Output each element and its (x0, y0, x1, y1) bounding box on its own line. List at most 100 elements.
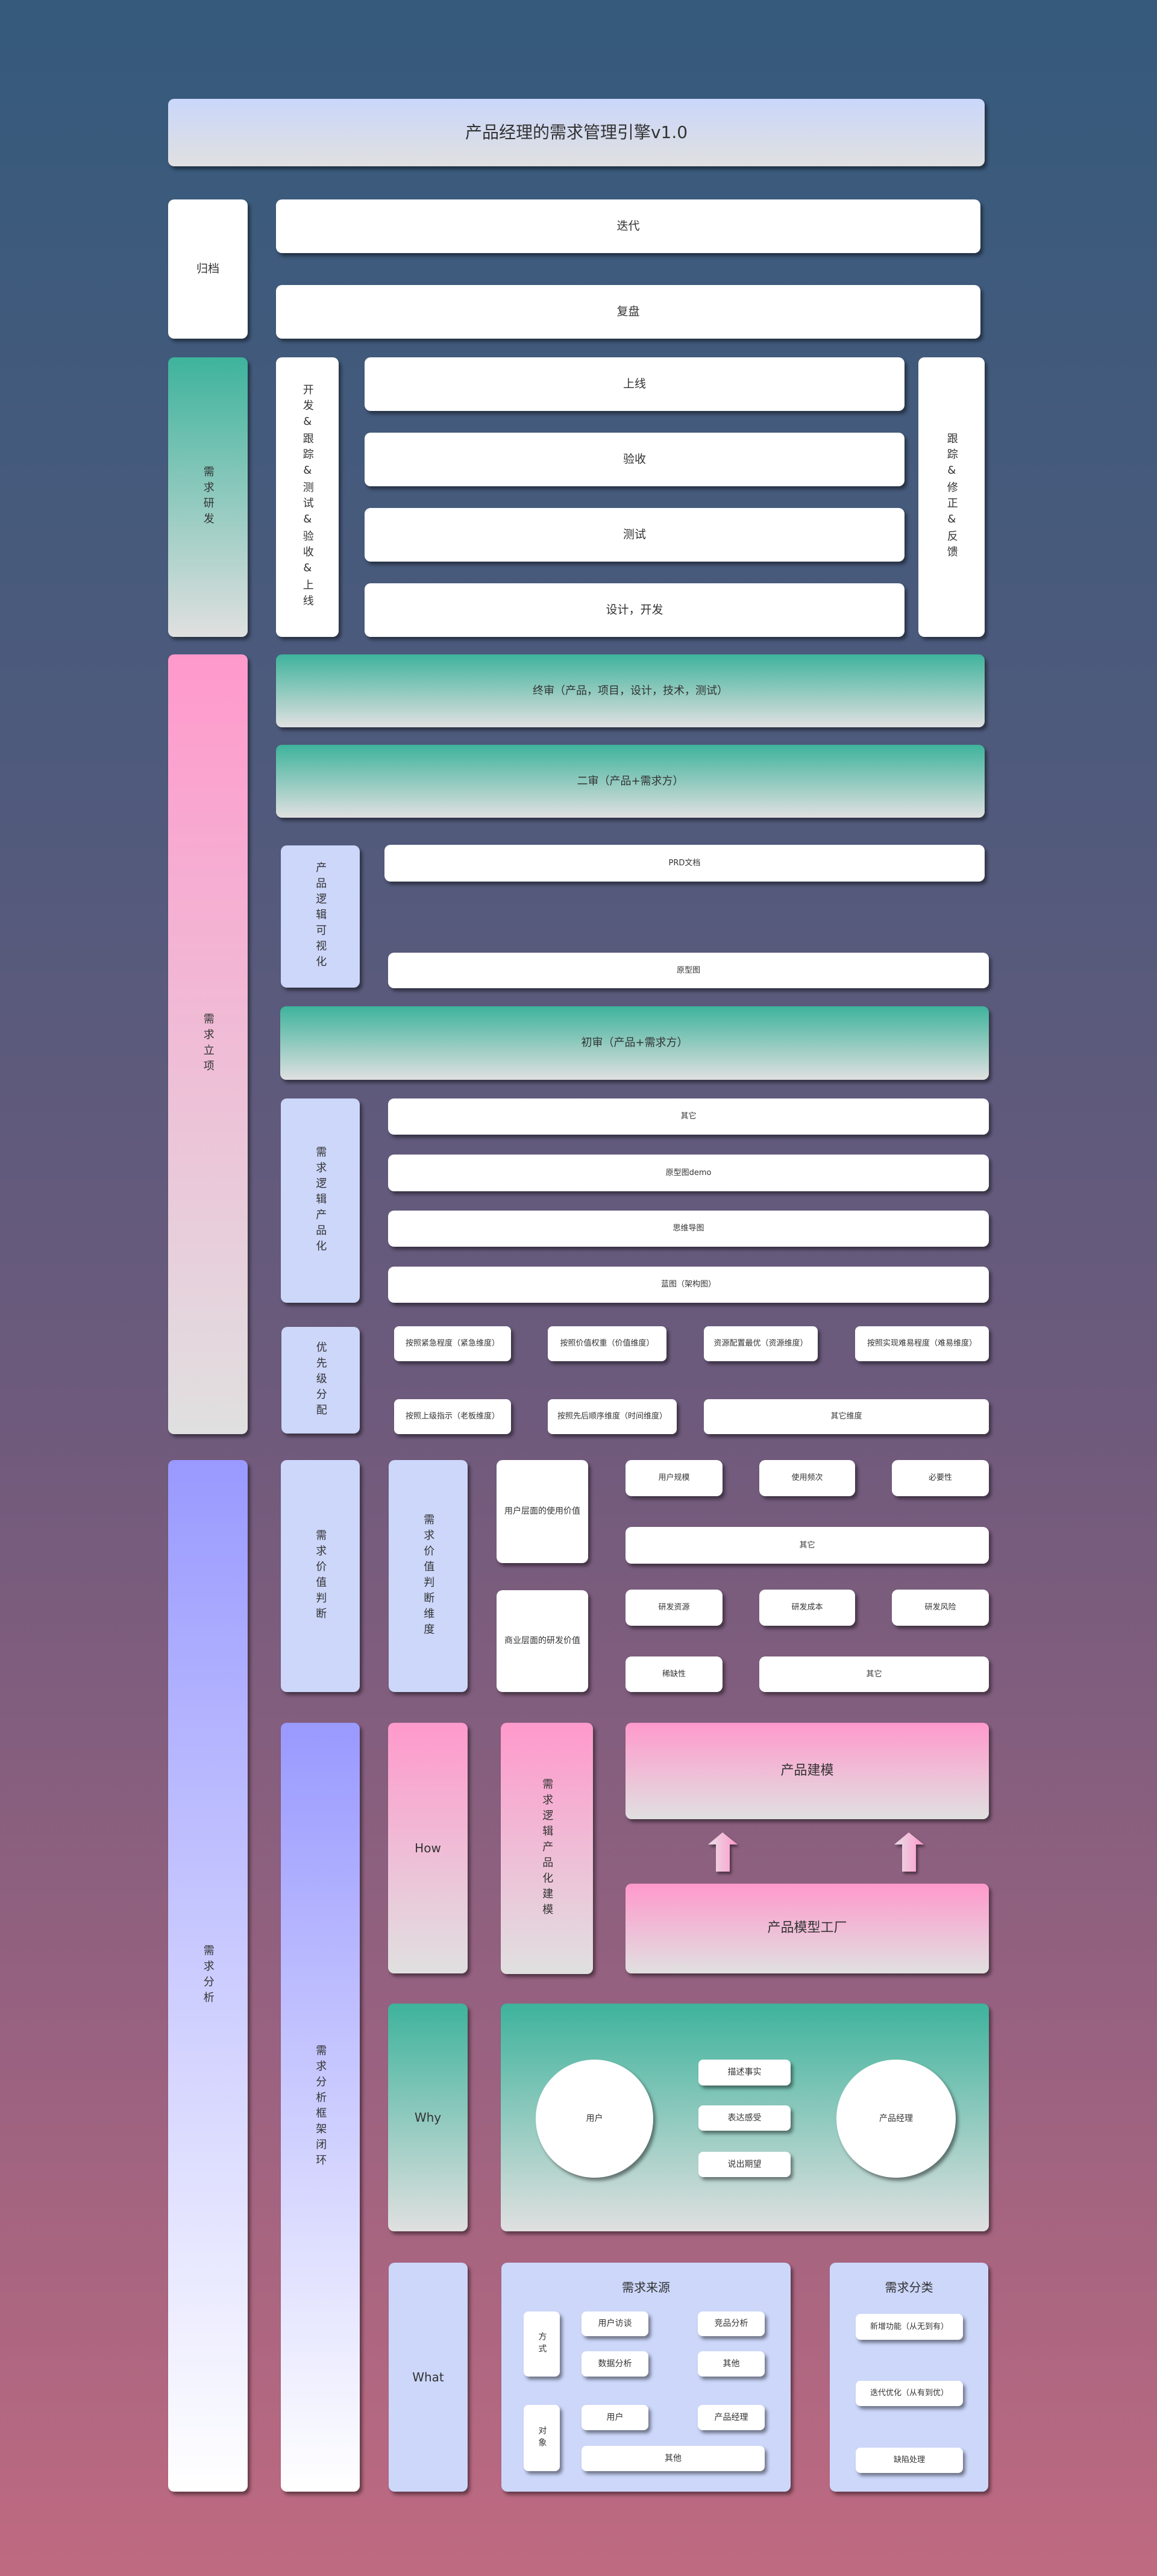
business-value: 商业层面的研发价值 (497, 1590, 588, 1692)
rnd-step-launch: 上线 (365, 357, 905, 411)
priority-item-difficulty: 按照实现难易程度（难易维度） (855, 1326, 989, 1361)
stage-initiation: 需求立项 (168, 654, 248, 1434)
diagram-title: 产品经理的需求管理引擎v1.0 (168, 99, 985, 166)
rnd-step-testing: 测试 (365, 508, 905, 562)
source-object-user: 用户 (582, 2405, 648, 2430)
how-label: How (415, 1841, 441, 1855)
value-judgment-group: 需求价值判断 (281, 1460, 360, 1692)
stage-archive: 归档 (168, 199, 248, 339)
category-defect: 缺陷处理 (856, 2448, 963, 2473)
category-label: 缺陷处理 (893, 2455, 925, 2465)
framework-label: 需求分析框架闭环 (314, 2045, 327, 2170)
rnd-step-label: 设计，开发 (606, 603, 663, 617)
source-object-label: 产品经理 (714, 2412, 748, 2422)
user-value-label: 用户层面的使用价值 (504, 1506, 580, 1517)
value-item-label: 研发成本 (791, 1603, 823, 1612)
productization-item-label: 其它 (680, 1112, 697, 1121)
modeling-label: 需求逻辑产品化建模 (541, 1778, 554, 1919)
priority-group: 优先级分配 (281, 1327, 360, 1434)
final-review: 终审（产品，项目，设计，技术，测试） (276, 654, 985, 727)
productization-item-label: 蓝图（架构图） (660, 1280, 716, 1290)
category-optimization: 迭代优化（从有到优） (856, 2381, 963, 2406)
business-value-item-resource: 研发资源 (626, 1590, 723, 1626)
sources-title: 需求来源 (622, 2280, 670, 2295)
categories-title: 需求分类 (885, 2280, 933, 2295)
source-method-data: 数据分析 (582, 2351, 648, 2377)
priority-item-label: 按照实现难易程度（难易维度） (867, 1339, 977, 1349)
productization-label: 需求逻辑产品化 (314, 1145, 327, 1256)
why-product-manager: 产品经理 (836, 2060, 956, 2178)
why-label: Why (414, 2110, 442, 2125)
priority-item-label: 资源配置最优（资源维度） (713, 1339, 808, 1349)
stage-rnd: 需求研发 (168, 357, 248, 637)
visualization-item-label: PRD文档 (668, 858, 701, 868)
model-factory-label: 产品模型工厂 (767, 1920, 847, 1936)
product-modeling-label: 产品建模 (780, 1763, 834, 1778)
why-user: 用户 (536, 2060, 653, 2178)
stage-initiation-label: 需求立项 (201, 1013, 215, 1076)
source-method-interview: 用户访谈 (582, 2311, 648, 2336)
source-method-other: 其他 (698, 2351, 765, 2377)
why-action-feelings: 表达感受 (698, 2105, 791, 2131)
modeling-column: 需求逻辑产品化建模 (501, 1723, 593, 1974)
priority-item-label: 按照紧急程度（紧急维度） (405, 1339, 500, 1349)
priority-item-value: 按照价值权重（价值维度） (548, 1326, 666, 1361)
business-value-item-scarcity: 稀缺性 (626, 1656, 723, 1692)
arrow-up-icon (708, 1832, 738, 1872)
rnd-step-label: 测试 (622, 528, 646, 542)
priority-item-label: 按照价值权重（价值维度） (560, 1339, 654, 1349)
value-item-label: 用户规模 (658, 1473, 690, 1483)
value-item-label: 必要性 (928, 1473, 952, 1483)
user-value-item-frequency: 使用频次 (759, 1460, 855, 1496)
why-action-facts: 描述事实 (698, 2060, 791, 2086)
priority-label: 优先级分配 (314, 1341, 327, 1420)
business-value-item-risk: 研发风险 (892, 1590, 989, 1626)
rnd-process: 开发&跟踪&测试&验收&上线 (276, 357, 339, 637)
source-object-label: 用户 (606, 2412, 624, 2422)
user-value-item-scale: 用户规模 (626, 1460, 723, 1496)
source-object-label: 其他 (665, 2453, 682, 2463)
source-method-label: 竞品分析 (714, 2319, 748, 2329)
value-item-label: 使用频次 (791, 1473, 823, 1483)
visualization-item-label: 原型图 (676, 965, 700, 975)
value-item-label: 研发风险 (924, 1603, 956, 1612)
how-column: How (388, 1723, 468, 1973)
value-judgment-label: 需求价值判断 (314, 1529, 327, 1623)
productization-item-mindmap: 思维导图 (388, 1211, 989, 1247)
model-factory: 产品模型工厂 (626, 1884, 989, 1973)
productization-item-prototype-demo: 原型图demo (388, 1155, 989, 1191)
category-new-feature: 新增功能（从无到有） (856, 2314, 963, 2340)
priority-item-label: 按照上级指示（老板维度） (405, 1412, 500, 1421)
sources-method-group: 方式 (524, 2311, 560, 2377)
business-value-label: 商业层面的研发价值 (504, 1636, 580, 1646)
what-label: What (412, 2370, 444, 2384)
why-column: Why (388, 2004, 468, 2231)
framework-group: 需求分析框架闭环 (281, 1723, 360, 2492)
visualization-label: 产品逻辑可视化 (314, 862, 327, 971)
final-review-label: 终审（产品，项目，设计，技术，测试） (533, 684, 728, 697)
rnd-feedback-label: 跟踪&修正&反馈 (945, 433, 958, 562)
archive-item-review: 复盘 (276, 285, 980, 339)
priority-item-resource: 资源配置最优（资源维度） (704, 1326, 818, 1361)
business-value-item-other: 其它 (759, 1656, 989, 1692)
value-item-label: 其它 (866, 1669, 882, 1679)
productization-item-label: 原型图demo (665, 1168, 712, 1177)
user-value: 用户层面的使用价值 (497, 1460, 588, 1563)
arrow-up-icon (894, 1832, 924, 1872)
source-object-other: 其他 (582, 2446, 765, 2471)
archive-item-label: 迭代 (616, 219, 640, 233)
priority-item-urgency: 按照紧急程度（紧急维度） (394, 1326, 511, 1361)
first-review: 初审（产品+需求方） (280, 1006, 989, 1080)
priority-item-label: 其它维度 (830, 1412, 862, 1421)
what-column: What (389, 2263, 468, 2492)
product-modeling: 产品建模 (626, 1723, 989, 1819)
category-label: 迭代优化（从有到优） (870, 2389, 948, 2398)
sources-object-label: 对象 (537, 2426, 547, 2450)
title-text: 产品经理的需求管理引擎v1.0 (465, 122, 688, 143)
first-review-label: 初审（产品+需求方） (581, 1036, 688, 1050)
source-method-label: 数据分析 (598, 2358, 632, 2369)
category-label: 新增功能（从无到有） (870, 2322, 948, 2331)
rnd-step-label: 上线 (622, 377, 646, 391)
second-review: 二审（产品+需求方） (276, 745, 985, 818)
value-dimension-group: 需求价值判断维度 (389, 1460, 468, 1692)
